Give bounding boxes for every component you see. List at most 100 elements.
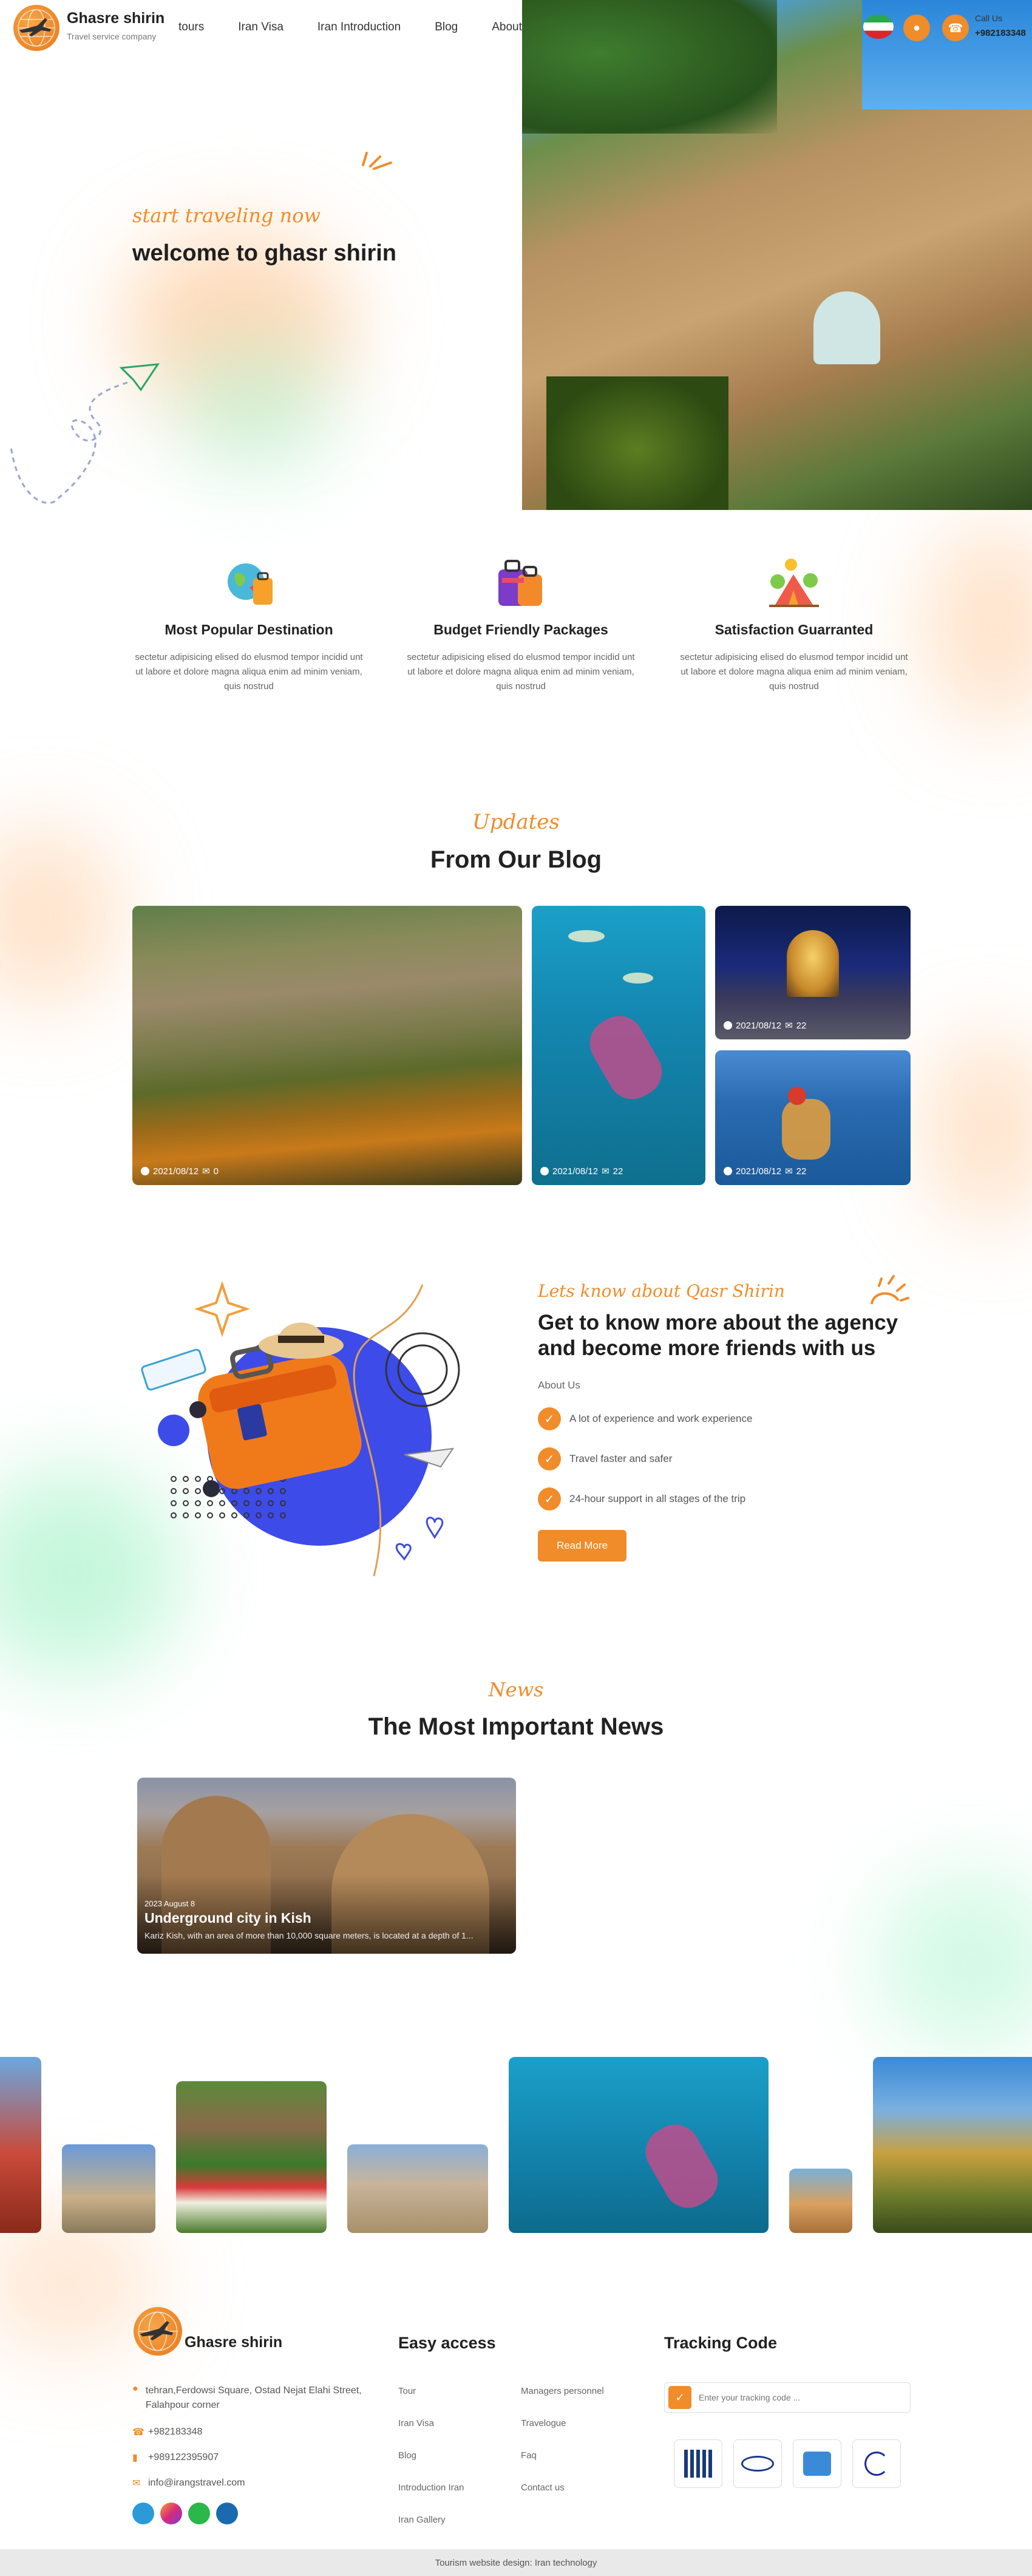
comment-icon: ✉ <box>785 1166 793 1177</box>
about-label: About Us <box>538 1379 580 1391</box>
mobile-icon: ▮ <box>132 2453 138 2463</box>
checklist-item: ✓ Travel faster and safer <box>538 1447 752 1470</box>
footer-link[interactable]: Iran Gallery <box>398 2515 464 2525</box>
footer-mobile[interactable]: +989122395907 <box>148 2452 219 2463</box>
bg-glow <box>923 522 1032 729</box>
bg-glow <box>923 1032 1032 1226</box>
bg-glow <box>176 340 334 474</box>
footer-email[interactable]: info@irangstravel.com <box>148 2478 245 2489</box>
feature-card: Most Popular Destination sectetur adipis… <box>132 554 365 694</box>
brand-name[interactable]: Ghasre shirin <box>67 10 165 27</box>
gallery-image[interactable] <box>62 2144 155 2233</box>
post-comments: 22 <box>796 1020 807 1031</box>
gallery-image[interactable] <box>873 2057 1032 2233</box>
footer-links-left: Tour Iran Visa Blog Introduction Iran Ir… <box>398 2386 464 2547</box>
footer-link[interactable]: Introduction Iran <box>398 2483 464 2493</box>
footer-address: tehran,Ferdowsi Square, Ostad Nejat Elah… <box>145 2385 362 2410</box>
comment-icon: ✉ <box>202 1166 210 1177</box>
trust-badge-qr-icon[interactable] <box>674 2439 722 2488</box>
nav-iran-visa[interactable]: Iran Visa <box>238 21 283 34</box>
easy-access-title: Easy access <box>398 2334 496 2352</box>
travel-suitcase-illustration <box>141 1280 460 1577</box>
news-excerpt: Kariz Kish, with an area of more than 10… <box>144 1931 474 1940</box>
gallery-image[interactable] <box>509 2057 769 2233</box>
feature-title: Budget Friendly Packages <box>433 622 608 637</box>
trust-badges <box>674 2439 901 2488</box>
whatsapp-icon[interactable] <box>188 2503 210 2524</box>
footer-phone[interactable]: +982183348 <box>148 2427 202 2438</box>
check-icon: ✓ <box>538 1447 561 1470</box>
instagram-icon[interactable] <box>160 2503 182 2524</box>
feature-text: sectetur adipisicing elised do elusmod t… <box>135 652 363 692</box>
trust-badge-organization-icon[interactable] <box>793 2439 841 2488</box>
call-number[interactable]: +982183348 <box>975 28 1026 38</box>
submit-check-button[interactable]: ✓ <box>668 2386 691 2409</box>
gallery-image[interactable] <box>176 2081 327 2233</box>
clock-icon <box>141 1167 149 1175</box>
trust-badge-airline-icon[interactable] <box>733 2439 782 2488</box>
footer-link[interactable]: Contact us <box>521 2483 604 2493</box>
feature-title: Satisfaction Guarranted <box>715 622 874 637</box>
comment-icon: ✉ <box>785 1021 793 1031</box>
phone-icon[interactable]: ☎ <box>942 15 969 41</box>
read-more-button[interactable]: Read More <box>538 1530 626 1562</box>
brand-tagline: Travel service company <box>67 32 157 41</box>
news-title: The Most Important News <box>368 1713 664 1740</box>
news-date: 2023 August 8 <box>144 1899 195 1908</box>
blog-post-card[interactable]: 2021/08/12 ✉ 0 <box>132 906 522 1185</box>
footer-link[interactable]: Travelogue <box>521 2418 604 2428</box>
blog-post-card[interactable]: 2021/08/12 ✉ 22 <box>715 906 911 1039</box>
footer-copyright-bar: Tourism website design: Iran technology <box>0 2549 1032 2576</box>
post-date: 2021/08/12 <box>153 1166 199 1177</box>
footer-logo-icon[interactable] <box>134 2307 182 2356</box>
feature-text: sectetur adipisicing elised do elusmod t… <box>407 652 635 692</box>
post-comments: 22 <box>796 1166 807 1177</box>
gallery-image[interactable] <box>0 2057 41 2233</box>
phone-icon: ☎ <box>132 2427 144 2438</box>
language-flag-icon[interactable] <box>863 15 894 39</box>
telegram-icon[interactable] <box>132 2503 154 2524</box>
news-script: News <box>488 1678 544 1701</box>
post-date: 2021/08/12 <box>736 1166 782 1177</box>
post-date: 2021/08/12 <box>736 1020 782 1031</box>
footer-link[interactable]: Faq <box>521 2450 604 2461</box>
blog-script: Updates <box>472 810 560 834</box>
clock-icon <box>724 1021 732 1030</box>
footer-brand[interactable]: Ghasre shirin <box>185 2334 282 2351</box>
linkedin-icon[interactable] <box>216 2503 238 2524</box>
footer-link[interactable]: Tour <box>398 2386 464 2396</box>
blog-title: From Our Blog <box>430 846 602 873</box>
footer-contact: ● tehran,Ferdowsi Square, Ostad Nejat Ela… <box>132 2384 363 2524</box>
nav-iran-introduction[interactable]: Iran Introduction <box>317 21 401 34</box>
trust-badge-enamad-icon[interactable] <box>852 2439 901 2488</box>
footer-links-right: Managers personnel Travelogue Faq Contac… <box>521 2386 604 2515</box>
hero-image <box>522 0 1032 510</box>
post-comments: 22 <box>613 1166 623 1177</box>
nav-tours[interactable]: tours <box>178 21 204 34</box>
footer-link[interactable]: Iran Visa <box>398 2418 464 2428</box>
gallery-image[interactable] <box>347 2144 488 2233</box>
paper-plane-icon <box>10 363 160 504</box>
tracking-code-input[interactable] <box>699 2393 893 2402</box>
email-icon: ✉ <box>132 2478 141 2489</box>
user-account-icon[interactable]: ● <box>903 15 930 41</box>
blog-post-card[interactable]: 2021/08/12 ✉ 22 <box>715 1050 911 1185</box>
sun-sketch-icon <box>871 1275 909 1305</box>
footer-link[interactable]: Managers personnel <box>521 2386 604 2396</box>
blog-post-card[interactable]: 2021/08/12 ✉ 22 <box>532 906 705 1185</box>
clock-icon <box>540 1167 549 1175</box>
logo-globe-icon[interactable] <box>13 5 59 51</box>
tracking-title: Tracking Code <box>664 2334 778 2352</box>
post-date: 2021/08/12 <box>552 1166 599 1177</box>
checklist-item: ✓ A lot of experience and work experience <box>538 1407 752 1430</box>
about-script: Lets know about Qasr Shirin <box>538 1281 785 1301</box>
call-label: Call Us <box>975 13 1003 23</box>
globe-luggage-icon <box>228 563 273 605</box>
gallery-image[interactable] <box>789 2169 852 2233</box>
nav-blog[interactable]: Blog <box>435 21 458 34</box>
feature-card: Satisfaction Guarranted sectetur adipisi… <box>677 554 911 694</box>
footer-link[interactable]: Blog <box>398 2450 464 2461</box>
comment-icon: ✉ <box>602 1166 609 1177</box>
news-card[interactable]: 2023 August 8 Underground city in Kish K… <box>137 1778 516 1954</box>
check-icon: ✓ <box>538 1407 561 1430</box>
